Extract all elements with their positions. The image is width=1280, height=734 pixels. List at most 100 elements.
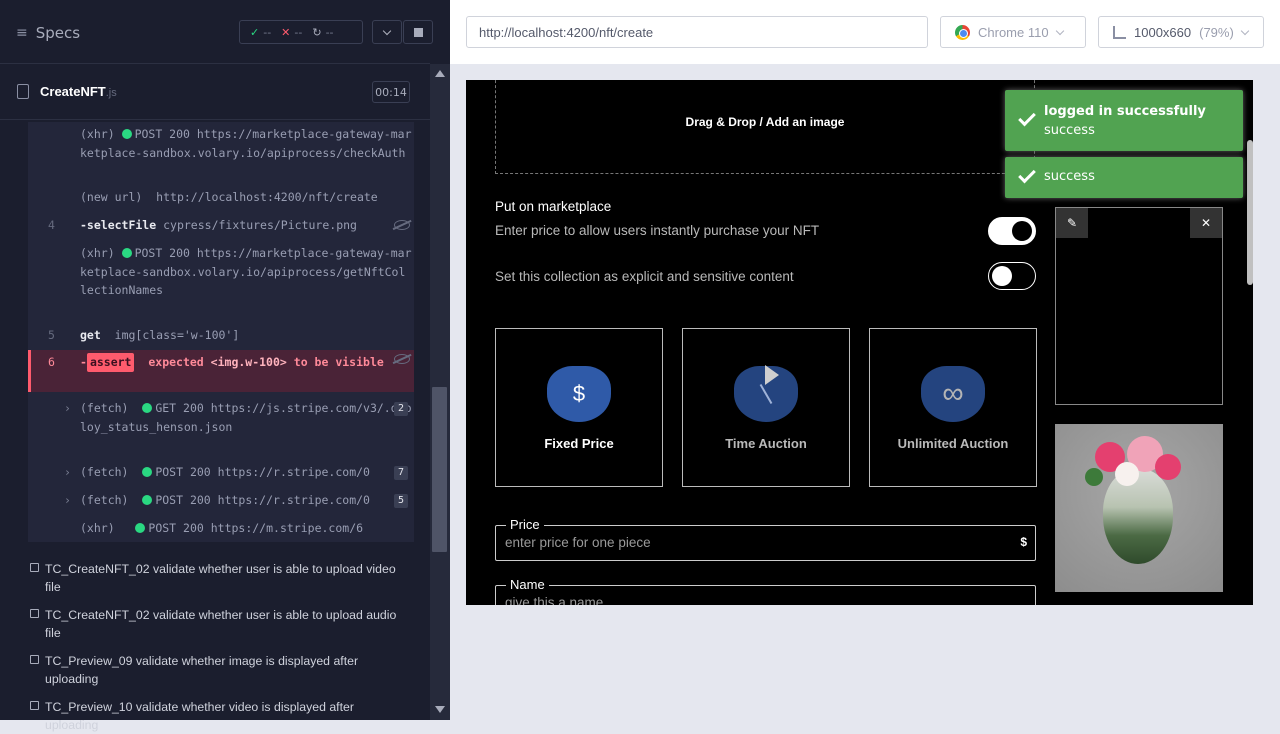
- log-tag: (fetch): [80, 401, 129, 415]
- infinity-icon: ∞: [921, 366, 985, 422]
- checkbox-icon: [30, 655, 39, 664]
- unlimited-auction-card[interactable]: ∞ Unlimited Auction: [869, 328, 1037, 487]
- spec-extension: .js: [105, 87, 117, 99]
- price-field[interactable]: Price enter price for one piece $: [495, 517, 1036, 561]
- scroll-up-icon[interactable]: [435, 70, 445, 77]
- browser-label: Chrome 110: [978, 24, 1049, 40]
- viewport-size: 1000x660: [1134, 24, 1192, 40]
- price-placeholder: enter price for one piece: [505, 535, 651, 550]
- toast-login-success[interactable]: logged in successfully success: [1005, 90, 1243, 151]
- test-item[interactable]: TC_Preview_09 validate whether image is …: [30, 652, 410, 688]
- log-scrollbar[interactable]: [430, 64, 450, 720]
- spec-duration: 00:14: [372, 81, 410, 103]
- passed-count: --: [263, 25, 272, 39]
- pending-count: --: [325, 25, 334, 39]
- scroll-down-icon[interactable]: [435, 706, 445, 713]
- log-tag: (fetch): [80, 465, 129, 479]
- marketplace-toggle[interactable]: [988, 217, 1036, 245]
- test-item[interactable]: TC_CreateNFT_02 validate whether user is…: [30, 606, 410, 642]
- test-runner-panel: ≡ Specs ✓ -- ✕ -- ↻ -- CreateNFT.js 00:1…: [0, 0, 450, 732]
- card-label: Time Auction: [725, 436, 807, 451]
- command-arg: cypress/fixtures/Picture.png: [163, 218, 357, 232]
- eye-slash-icon: [394, 354, 410, 364]
- checkbox-icon: [30, 701, 39, 710]
- mask-image: [1103, 469, 1173, 564]
- check-icon: [1018, 165, 1036, 183]
- chevron-down-icon: [1055, 26, 1064, 35]
- assert-text: expected: [148, 355, 204, 369]
- url-input[interactable]: http://localhost:4200/nft/create: [466, 16, 928, 48]
- specs-button[interactable]: ≡ Specs: [16, 24, 80, 42]
- explicit-label: Set this collection as explicit and sens…: [495, 269, 794, 284]
- toast-success[interactable]: success: [1005, 157, 1243, 198]
- marketplace-subtitle: Enter price to allow users instantly pur…: [495, 223, 820, 238]
- close-icon: ✕: [1200, 216, 1212, 230]
- log-tag: (xhr): [80, 127, 115, 141]
- log-number: 6: [48, 355, 55, 369]
- toast-message: success: [1044, 123, 1095, 138]
- test-title: TC_CreateNFT_02 validate whether user is…: [45, 562, 396, 594]
- fixed-price-card[interactable]: $ Fixed Price: [495, 328, 663, 487]
- test-item[interactable]: TC_Preview_10 validate whether video is …: [30, 698, 410, 734]
- time-auction-card[interactable]: Time Auction: [682, 328, 850, 487]
- browser-selector[interactable]: Chrome 110: [940, 16, 1086, 48]
- marketplace-title: Put on marketplace: [495, 199, 612, 214]
- image-dropzone[interactable]: Drag & Drop / Add an image: [495, 80, 1035, 174]
- card-label: Fixed Price: [544, 436, 614, 451]
- log-entry-failed[interactable]: 6 - assert expected <img.w-100> to be vis…: [28, 350, 414, 392]
- name-field[interactable]: Name give this a name: [495, 577, 1036, 605]
- dropzone-label: Drag & Drop / Add an image: [685, 115, 845, 129]
- spinner-icon: ↻: [312, 25, 322, 39]
- check-icon: [1018, 108, 1036, 126]
- dollar-icon: $: [547, 366, 611, 422]
- eye-slash-icon: [394, 220, 410, 230]
- test-item[interactable]: TC_CreateNFT_02 validate whether user is…: [30, 560, 410, 596]
- test-stats: ✓ -- ✕ -- ↻ --: [239, 20, 363, 44]
- nft-image-thumbnail: [1055, 424, 1223, 592]
- chevron-right-icon: ›: [64, 465, 71, 479]
- chevron-down-button[interactable]: [372, 20, 402, 44]
- test-title: TC_Preview_09 validate whether image is …: [45, 654, 359, 686]
- log-text: GET 200 https://js.stripe.com/v3/.deploy…: [80, 401, 412, 434]
- checkbox-icon: [30, 563, 39, 572]
- page-scrollbar[interactable]: [1247, 140, 1253, 285]
- spec-header[interactable]: CreateNFT.js 00:14: [0, 64, 430, 120]
- stop-button[interactable]: [403, 20, 433, 44]
- explicit-toggle[interactable]: [988, 262, 1036, 290]
- status-dot-icon: [121, 129, 132, 139]
- list-icon: ≡: [16, 25, 28, 41]
- preview-toolbar: http://localhost:4200/nft/create Chrome …: [450, 0, 1280, 64]
- chevron-right-icon: ›: [64, 401, 71, 415]
- checkbox-icon: [30, 609, 39, 618]
- pencil-icon: ✎: [1066, 216, 1078, 230]
- log-tag: (xhr): [80, 246, 115, 260]
- assert-subject: <img.w-100>: [210, 355, 287, 369]
- log-text: http://localhost:4200/nft/create: [156, 190, 378, 204]
- card-label: Unlimited Auction: [897, 436, 1009, 451]
- edit-button[interactable]: ✎: [1056, 208, 1088, 238]
- file-icon: [17, 84, 29, 99]
- toast-title: logged in successfully: [1044, 104, 1206, 119]
- log-entry[interactable]: 4 -selectFile cypress/fixtures/Picture.p…: [28, 216, 414, 242]
- log-number: 4: [48, 218, 55, 232]
- log-tag: (fetch): [80, 493, 129, 507]
- failed-count: --: [294, 25, 303, 39]
- log-text: POST 200 https://m.stripe.com/6: [148, 521, 364, 535]
- check-icon: ✓: [250, 25, 260, 39]
- price-label: Price: [506, 517, 544, 532]
- status-dot-icon: [121, 248, 132, 258]
- scroll-thumb[interactable]: [432, 387, 447, 552]
- status-dot-icon: [142, 467, 153, 477]
- specs-label: Specs: [35, 24, 81, 42]
- command-name: -selectFile: [80, 218, 157, 232]
- cursor-icon: [765, 365, 779, 385]
- name-placeholder: give this a name: [505, 595, 604, 605]
- viewport-selector[interactable]: 1000x660 (79%): [1098, 16, 1264, 48]
- close-button[interactable]: ✕: [1190, 208, 1222, 238]
- log-number: 5: [48, 328, 55, 342]
- chrome-icon: [955, 24, 970, 40]
- stop-icon: [413, 27, 423, 37]
- log-tag: (xhr): [80, 521, 115, 535]
- test-title: TC_CreateNFT_02 validate whether user is…: [45, 608, 397, 640]
- media-preview: ✎ ✕: [1055, 207, 1223, 405]
